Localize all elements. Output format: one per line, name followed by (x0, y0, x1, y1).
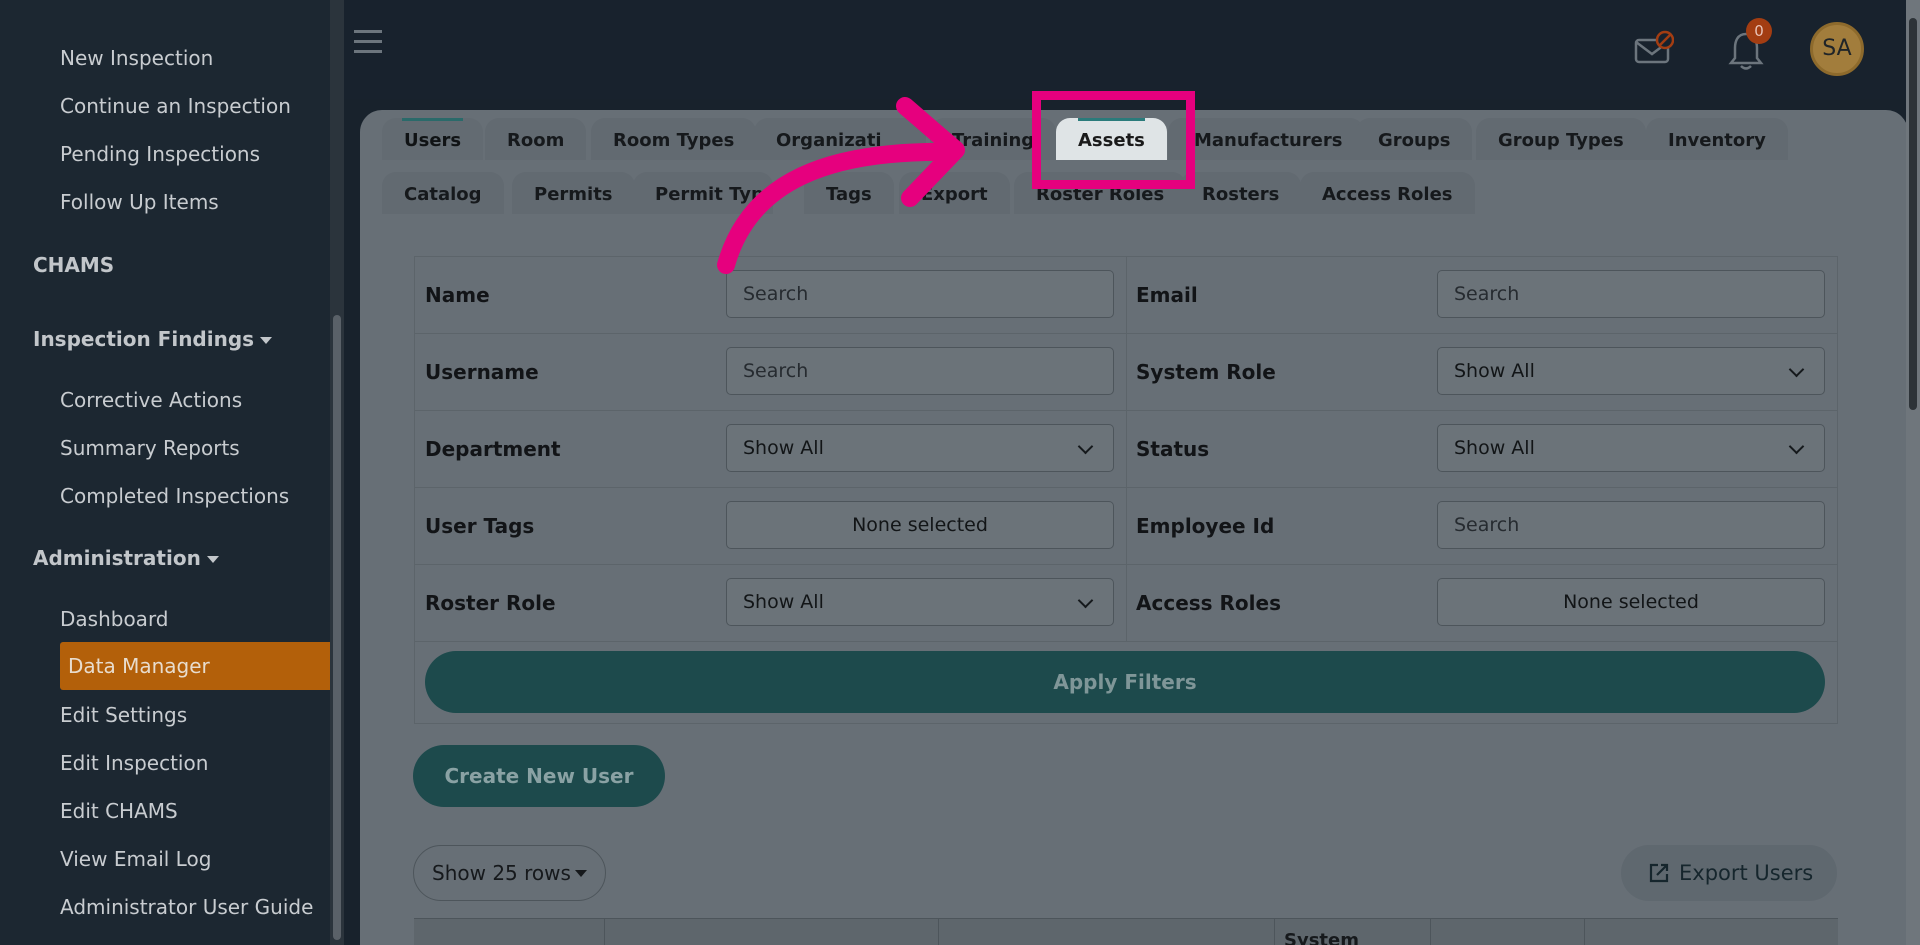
email-search-input[interactable]: Search (1437, 270, 1825, 318)
sidebar-section-administration[interactable]: Administration (33, 546, 219, 570)
access-roles-multiselect[interactable]: None selected (1437, 578, 1825, 626)
notification-badge: 0 (1746, 18, 1772, 44)
sidebar-section-label: Inspection Findings (33, 327, 255, 351)
email-label: Email (1136, 283, 1198, 307)
roster-role-label: Roster Role (425, 591, 556, 615)
sidebar-item-continue-inspection[interactable]: Continue an Inspection (60, 94, 291, 118)
filter-row: Username Search System Role Show All (415, 334, 1837, 411)
status-label: Status (1136, 437, 1210, 461)
sidebar-item-new-inspection[interactable]: New Inspection (60, 46, 213, 70)
table-header-system[interactable]: System (1284, 930, 1359, 945)
tab-groups[interactable]: Groups (1356, 118, 1473, 160)
page-scrollbar[interactable] (1906, 0, 1920, 945)
tab-catalog[interactable]: Catalog (382, 172, 504, 214)
system-role-select[interactable]: Show All (1437, 347, 1825, 395)
sidebar-item-follow-up-items[interactable]: Follow Up Items (60, 190, 219, 214)
filter-row: User Tags None selected Employee Id Sear… (415, 488, 1837, 565)
system-role-label: System Role (1136, 360, 1276, 384)
sidebar-item-dashboard[interactable]: Dashboard (60, 607, 169, 631)
scrollbar-thumb[interactable] (1909, 18, 1917, 410)
sidebar-item-edit-chams[interactable]: Edit CHAMS (60, 799, 178, 823)
department-select[interactable]: Show All (726, 424, 1114, 472)
access-roles-label: Access Roles (1136, 591, 1281, 615)
sidebar-item-pending-inspections[interactable]: Pending Inspections (60, 142, 260, 166)
sidebar-item-view-email-log[interactable]: View Email Log (60, 847, 211, 871)
tab-manufacturers[interactable]: Manufacturers (1168, 118, 1365, 160)
username-search-input[interactable]: Search (726, 347, 1114, 395)
roster-role-select[interactable]: Show All (726, 578, 1114, 626)
highlight-box (1032, 91, 1195, 189)
sidebar: New Inspection Continue an Inspection Pe… (0, 0, 330, 945)
sidebar-section-inspection-findings[interactable]: Inspection Findings (33, 327, 273, 351)
sidebar-item-summary-reports[interactable]: Summary Reports (60, 436, 240, 460)
tab-group-types[interactable]: Group Types (1476, 118, 1646, 160)
caret-down-icon (206, 556, 219, 563)
sidebar-item-edit-settings[interactable]: Edit Settings (60, 703, 187, 727)
department-label: Department (425, 437, 561, 461)
username-label: Username (425, 360, 539, 384)
tab-room[interactable]: Room (485, 118, 587, 160)
create-new-user-button[interactable]: Create New User (413, 745, 665, 807)
sidebar-item-edit-inspection[interactable]: Edit Inspection (60, 751, 208, 775)
sidebar-item-label: Data Manager (68, 654, 210, 678)
scrollbar-thumb[interactable] (333, 315, 341, 940)
sidebar-section-chams[interactable]: CHAMS (33, 253, 114, 277)
tab-users[interactable]: Users (382, 118, 484, 160)
mail-disabled-icon[interactable] (1634, 30, 1674, 66)
tab-access-roles[interactable]: Access Roles (1300, 172, 1475, 214)
filter-row: Name Search Email Search (415, 257, 1837, 334)
employee-id-search-input[interactable]: Search (1437, 501, 1825, 549)
apply-filters-button[interactable]: Apply Filters (425, 651, 1825, 713)
employee-id-label: Employee Id (1136, 514, 1275, 538)
rows-per-page-select[interactable]: Show 25 rows (413, 845, 606, 901)
tab-permits[interactable]: Permits (512, 172, 635, 214)
avatar[interactable]: SA (1810, 22, 1864, 76)
user-tags-multiselect[interactable]: None selected (726, 501, 1114, 549)
user-tags-label: User Tags (425, 514, 535, 538)
caret-down-icon (260, 337, 273, 344)
status-select[interactable]: Show All (1437, 424, 1825, 472)
users-table-header (414, 918, 1838, 945)
tab-rosters[interactable]: Rosters (1180, 172, 1302, 214)
name-label: Name (425, 283, 490, 307)
sidebar-item-corrective-actions[interactable]: Corrective Actions (60, 388, 242, 412)
sidebar-item-admin-user-guide[interactable]: Administrator User Guide (60, 895, 313, 919)
top-bar: 0 SA (344, 0, 1920, 99)
tab-inventory[interactable]: Inventory (1646, 118, 1788, 160)
sidebar-section-label: Administration (33, 546, 201, 570)
sidebar-item-data-manager[interactable]: Data Manager (60, 642, 330, 690)
filter-row: Roster Role Show All Access Roles None s… (415, 565, 1837, 642)
sidebar-item-completed-inspections[interactable]: Completed Inspections (60, 484, 289, 508)
pointer-arrow-icon (717, 97, 965, 274)
export-icon (1649, 863, 1669, 883)
sidebar-scrollbar[interactable] (330, 0, 344, 945)
filter-row: Department Show All Status Show All (415, 411, 1837, 488)
menu-icon[interactable] (354, 30, 382, 54)
